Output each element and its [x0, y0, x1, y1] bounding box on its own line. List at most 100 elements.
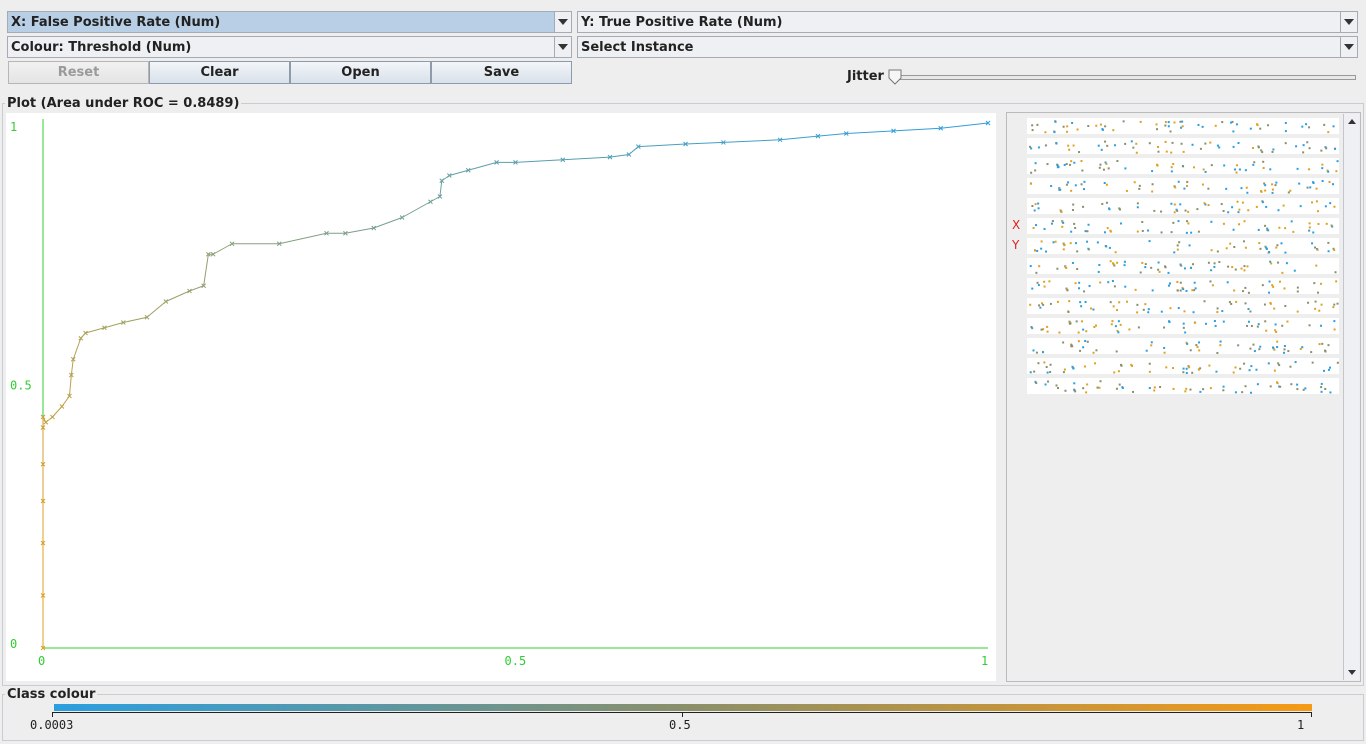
matrix-dot — [1267, 362, 1270, 365]
open-button[interactable]: Open — [290, 61, 431, 84]
matrix-dot — [1264, 189, 1267, 192]
matrix-cell[interactable] — [1027, 338, 1339, 354]
matrix-dot — [1144, 266, 1147, 269]
matrix-cell[interactable] — [1027, 178, 1339, 194]
jitter-slider-thumb[interactable] — [887, 69, 903, 85]
matrix-cell[interactable] — [1027, 298, 1339, 314]
matrix-dot — [1250, 365, 1253, 368]
matrix-dot — [1072, 203, 1075, 206]
matrix-dot — [1221, 121, 1224, 124]
matrix-dot — [1167, 284, 1170, 287]
y-axis-select[interactable]: Y: True Positive Rate (Num) — [577, 11, 1358, 33]
matrix-dot — [1278, 364, 1281, 367]
matrix-dot — [1277, 261, 1280, 264]
matrix-dot — [1037, 284, 1040, 287]
matrix-cell[interactable] — [1027, 378, 1339, 394]
matrix-dot — [1167, 271, 1170, 274]
matrix-dot — [1299, 347, 1302, 350]
matrix-cell[interactable] — [1027, 278, 1339, 294]
matrix-dot — [1060, 211, 1063, 214]
matrix-dot — [1234, 391, 1237, 394]
matrix-dot — [1169, 130, 1172, 133]
attribute-matrix-panel[interactable] — [1006, 112, 1361, 682]
matrix-cell[interactable] — [1027, 198, 1339, 214]
matrix-dot — [1088, 284, 1091, 287]
matrix-dot — [1150, 266, 1153, 269]
clear-button[interactable]: Clear — [149, 61, 290, 84]
matrix-dot — [1148, 362, 1151, 365]
matrix-dot — [1105, 162, 1108, 165]
matrix-dot — [1273, 348, 1276, 351]
chevron-down-icon[interactable] — [554, 12, 571, 32]
y-tick-0: 0 — [10, 637, 17, 651]
matrix-cell[interactable] — [1027, 238, 1339, 254]
matrix-dot — [1176, 244, 1179, 247]
matrix-dot — [1103, 231, 1106, 234]
scroll-down-icon[interactable] — [1344, 665, 1359, 680]
matrix-cell[interactable] — [1027, 258, 1339, 274]
chevron-down-icon[interactable] — [554, 37, 571, 57]
matrix-dot — [1086, 340, 1089, 343]
matrix-dot — [1333, 205, 1336, 208]
matrix-cell[interactable] — [1027, 318, 1339, 334]
matrix-dot — [1232, 371, 1235, 374]
matrix-dot — [1209, 141, 1212, 144]
chevron-down-icon[interactable] — [1340, 37, 1357, 57]
matrix-dot — [1147, 308, 1150, 311]
x-axis-select[interactable]: X: False Positive Rate (Num) — [7, 11, 572, 33]
roc-point[interactable] — [428, 199, 433, 205]
save-button[interactable]: Save — [431, 61, 572, 84]
matrix-dot — [1097, 144, 1100, 147]
scroll-up-icon[interactable] — [1344, 114, 1359, 129]
matrix-dot — [1176, 280, 1179, 283]
matrix-dot — [1302, 151, 1305, 154]
roc-point[interactable] — [59, 404, 65, 409]
matrix-dot — [1168, 321, 1171, 324]
matrix-dot — [1284, 227, 1287, 230]
matrix-dot — [1243, 362, 1246, 365]
matrix-dot — [1256, 124, 1259, 127]
chevron-down-icon[interactable] — [1340, 12, 1357, 32]
instance-select[interactable]: Select Instance — [577, 36, 1358, 58]
matrix-dot — [1268, 291, 1271, 294]
matrix-dot — [1099, 123, 1102, 126]
colour-select[interactable]: Colour: Threshold (Num) — [7, 36, 572, 58]
jitter-slider[interactable] — [894, 75, 1356, 80]
matrix-dot — [1163, 351, 1166, 354]
matrix-dot — [1257, 146, 1260, 149]
matrix-dot — [1315, 264, 1318, 267]
roc-point[interactable] — [43, 419, 49, 425]
matrix-dot — [1296, 286, 1299, 289]
matrix-dot — [1318, 343, 1321, 346]
matrix-dot — [1324, 205, 1327, 208]
matrix-dot — [1136, 230, 1139, 233]
matrix-dot — [1188, 244, 1191, 247]
matrix-dot — [1258, 242, 1261, 245]
matrix-dot — [1259, 247, 1262, 250]
matrix-dot — [1234, 168, 1237, 171]
matrix-dot — [1057, 165, 1060, 168]
matrix-dot — [1286, 320, 1289, 323]
matrix-dot — [1233, 245, 1236, 248]
matrix-dot — [1317, 210, 1320, 213]
matrix-scrollbar[interactable] — [1343, 114, 1359, 680]
reset-button[interactable]: Reset — [8, 61, 149, 84]
matrix-dot — [1043, 285, 1046, 288]
matrix-dot — [1094, 362, 1097, 365]
matrix-dot — [1075, 242, 1078, 245]
roc-plot[interactable]: 0 0.5 1 0 0.5 1 — [6, 113, 996, 681]
matrix-dot — [1136, 303, 1139, 306]
matrix-dot — [1095, 324, 1098, 327]
matrix-dot — [1047, 380, 1050, 383]
matrix-dot — [1218, 146, 1221, 149]
matrix-dot — [1062, 221, 1065, 224]
matrix-dot — [1182, 165, 1185, 168]
matrix-dot — [1213, 320, 1216, 323]
matrix-dot — [1264, 184, 1267, 187]
roc-segment — [104, 322, 124, 329]
roc-point[interactable] — [163, 299, 169, 304]
matrix-dot — [1320, 282, 1323, 285]
matrix-dot — [1139, 120, 1142, 123]
roc-point[interactable] — [50, 414, 55, 420]
matrix-dot — [1072, 209, 1075, 212]
